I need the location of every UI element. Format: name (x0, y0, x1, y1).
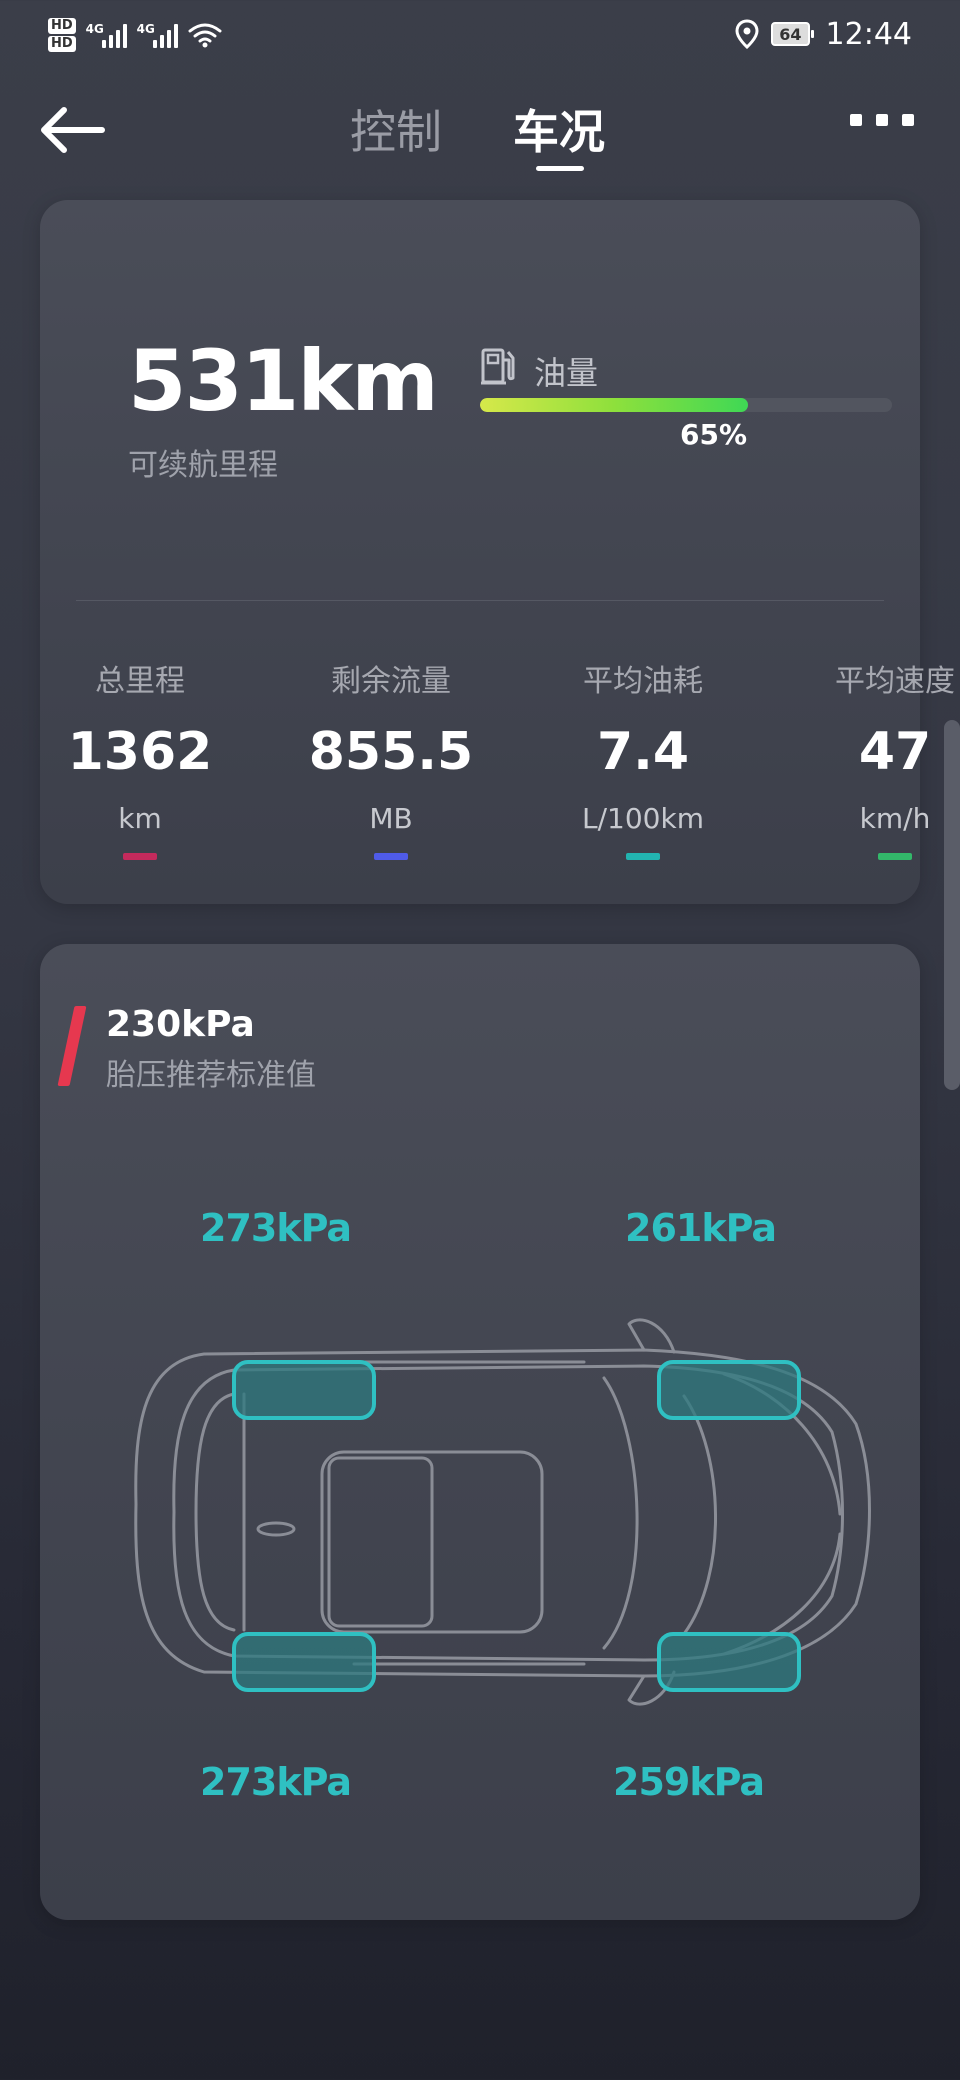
tab-vehicle-status[interactable]: 车况 (513, 96, 605, 162)
fuel-percent: 65% (680, 418, 748, 451)
stat-value: 855.5 (308, 722, 474, 782)
recommended-pressure-value: 230kPa (106, 1004, 255, 1045)
stat-unit: km/h (859, 802, 931, 835)
tire-front-left (232, 1360, 376, 1420)
stat-value: 47 (858, 722, 932, 782)
stat-label: 总里程 (95, 664, 185, 699)
recommended-pressure-label: 胎压推荐标准值 (106, 1058, 316, 1093)
stat-total-mileage: 总里程 1362 km (35, 656, 245, 860)
range-label: 可续航里程 (128, 448, 278, 483)
stat-label: 平均油耗 (583, 664, 703, 699)
arrow-left-icon (41, 107, 105, 153)
stat-average-speed: 平均速度 47 km/h (790, 656, 960, 860)
stat-unit: L/100km (582, 802, 704, 835)
stat-value: 1362 (67, 722, 213, 782)
dot-icon (902, 114, 914, 126)
battery-icon: 64 (771, 22, 814, 46)
tire-pressure-front-right: 261kPa (625, 1206, 777, 1250)
hd-indicator: HD HD (48, 18, 76, 52)
active-tab-indicator (536, 166, 584, 171)
fuel-progress-bar (480, 398, 892, 412)
scrollbar[interactable] (944, 720, 960, 1090)
tire-pressure-rear-left: 273kPa (200, 1760, 352, 1804)
network-type-2: 4G (136, 22, 155, 36)
vehicle-summary-card: 531km 可续航里程 油量 65% 总里程 1362 km 剩余流量 855.… (40, 200, 955, 904)
tire-rear-left (232, 1632, 376, 1692)
stat-value: 7.4 (596, 722, 690, 782)
tire-front-right (657, 1360, 801, 1420)
clock: 12:44 (825, 16, 912, 52)
stat-color-marker (123, 853, 157, 860)
car-top-view-illustration (134, 1318, 871, 1706)
fuel-progress-fill (480, 398, 748, 412)
stat-color-marker (626, 853, 660, 860)
hd-badge-top: HD (48, 18, 76, 34)
stat-remaining-data: 剩余流量 855.5 MB (286, 656, 496, 860)
status-left: HD HD 4G 4G (48, 12, 222, 58)
location-icon (735, 19, 759, 49)
stat-label: 平均速度 (835, 664, 955, 699)
status-bar: HD HD 4G 4G 64 12:44 (0, 0, 960, 70)
signal-icon-2: 4G (137, 22, 178, 48)
network-type-1: 4G (85, 22, 104, 36)
more-menu-button[interactable] (850, 114, 914, 128)
fuel-label: 油量 (534, 354, 599, 392)
dot-icon (876, 114, 888, 126)
hd-badge-bottom: HD (48, 36, 76, 52)
stat-color-marker (878, 853, 912, 860)
stat-label: 剩余流量 (331, 664, 451, 699)
stat-unit: MB (369, 802, 413, 835)
stat-unit: km (118, 802, 162, 835)
tire-pressure-front-left: 273kPa (200, 1206, 352, 1250)
tab-control[interactable]: 控制 (350, 96, 442, 162)
dot-icon (850, 114, 862, 126)
battery-level: 64 (771, 22, 810, 46)
tire-pressure-card: 230kPa 胎压推荐标准值 273kPa 261kPa 273kPa 259k… (40, 944, 920, 1920)
stat-average-fuel-consumption: 平均油耗 7.4 L/100km (538, 656, 748, 860)
status-right: 64 12:44 (735, 14, 912, 54)
signal-icon-1: 4G (86, 22, 127, 48)
stat-color-marker (374, 853, 408, 860)
tire-pressure-rear-right: 259kPa (613, 1760, 765, 1804)
tire-rear-right (657, 1632, 801, 1692)
range-value: 531km (128, 332, 439, 430)
divider (76, 600, 884, 601)
fuel-pump-icon (481, 348, 515, 385)
accent-bar (57, 1006, 87, 1086)
wifi-icon (188, 23, 222, 48)
back-button[interactable] (36, 100, 106, 160)
